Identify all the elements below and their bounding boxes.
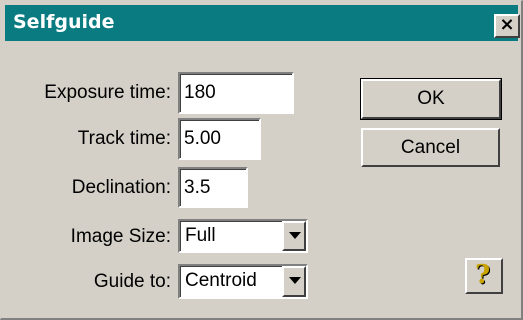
declination-label: Declination: [71,177,171,198]
exposure-time-label: Exposure time: [44,82,171,103]
track-time-input[interactable] [184,122,255,156]
guide-to-select[interactable]: Centroid [178,264,308,299]
exposure-time-input[interactable] [184,76,288,110]
selfguide-dialog: Selfguide × Exposure time: Track time: D… [0,0,523,320]
declination-field[interactable] [178,167,248,208]
guide-to-label: Guide to: [93,271,171,292]
close-icon: × [499,14,515,35]
track-time-label: Track time: [77,128,171,149]
image-size-label: Image Size: [70,226,171,247]
chevron-down-icon [289,277,301,284]
exposure-time-field[interactable] [178,72,294,114]
window-title: Selfguide [13,11,115,33]
help-icon: ? [475,260,491,290]
image-size-value: Full [185,225,216,246]
cancel-button[interactable]: Cancel [361,128,500,167]
close-button[interactable]: × [494,14,520,38]
image-size-dropdown-button[interactable] [282,221,306,251]
help-button[interactable]: ? [465,258,503,294]
guide-to-dropdown-button[interactable] [282,266,306,297]
image-size-select[interactable]: Full [178,219,308,253]
title-bar[interactable]: Selfguide × [5,5,520,41]
track-time-field[interactable] [178,118,261,160]
ok-button[interactable]: OK [360,78,502,120]
guide-to-value: Centroid [185,270,257,291]
chevron-down-icon [289,232,301,239]
declination-input[interactable] [184,171,242,204]
